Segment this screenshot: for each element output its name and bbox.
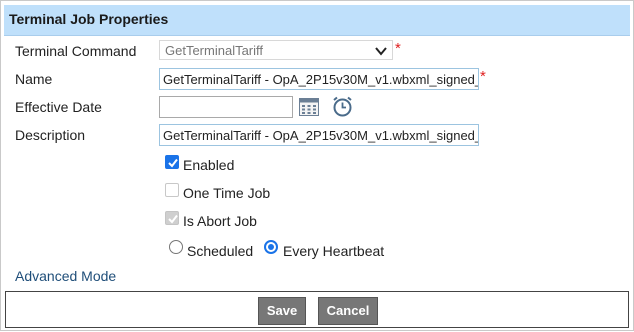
panel-title: Terminal Job Properties — [9, 11, 169, 27]
save-button[interactable]: Save — [258, 297, 306, 325]
one-time-job-label: One Time Job — [183, 185, 271, 201]
scheduled-radio[interactable] — [169, 240, 183, 254]
checkmark-icon — [168, 214, 178, 224]
calendar-icon[interactable] — [299, 98, 319, 116]
description-field-value: GetTerminalTariff - OpA_2P15v30M_v1.wbxm… — [163, 128, 479, 143]
required-marker: * — [395, 40, 401, 57]
name-field-value: GetTerminalTariff - OpA_2P15v30M_v1.wbxm… — [163, 72, 479, 87]
checkmark-icon — [168, 158, 178, 168]
one-time-job-checkbox[interactable] — [165, 183, 179, 197]
every-heartbeat-radio[interactable] — [264, 240, 278, 254]
terminal-command-select[interactable]: GetTerminalTariff — [159, 40, 393, 60]
terminal-command-value: GetTerminalTariff — [165, 43, 264, 58]
button-bar: Save Cancel — [5, 291, 629, 328]
cancel-button[interactable]: Cancel — [318, 297, 378, 325]
is-abort-job-label: Is Abort Job — [183, 213, 257, 229]
job-properties-panel: Terminal Job Properties Terminal Command… — [0, 0, 634, 331]
scheduled-label: Scheduled — [187, 243, 254, 259]
every-heartbeat-label: Every Heartbeat — [283, 243, 385, 259]
description-label: Description — [15, 127, 86, 143]
terminal-command-label: Terminal Command — [15, 43, 137, 59]
effective-date-label: Effective Date — [15, 99, 102, 115]
name-field[interactable]: GetTerminalTariff - OpA_2P15v30M_v1.wbxm… — [159, 68, 479, 90]
name-label: Name — [15, 71, 53, 87]
enabled-checkbox[interactable] — [165, 155, 179, 169]
enabled-label: Enabled — [183, 157, 235, 173]
effective-date-field[interactable] — [159, 96, 293, 118]
chevron-down-icon — [375, 47, 387, 56]
panel-header: Terminal Job Properties — [4, 5, 630, 36]
is-abort-job-checkbox[interactable] — [165, 211, 179, 225]
clock-icon[interactable] — [332, 96, 353, 117]
advanced-mode-link[interactable]: Advanced Mode — [15, 268, 116, 284]
required-marker: * — [480, 68, 486, 85]
description-field[interactable]: GetTerminalTariff - OpA_2P15v30M_v1.wbxm… — [159, 124, 479, 146]
